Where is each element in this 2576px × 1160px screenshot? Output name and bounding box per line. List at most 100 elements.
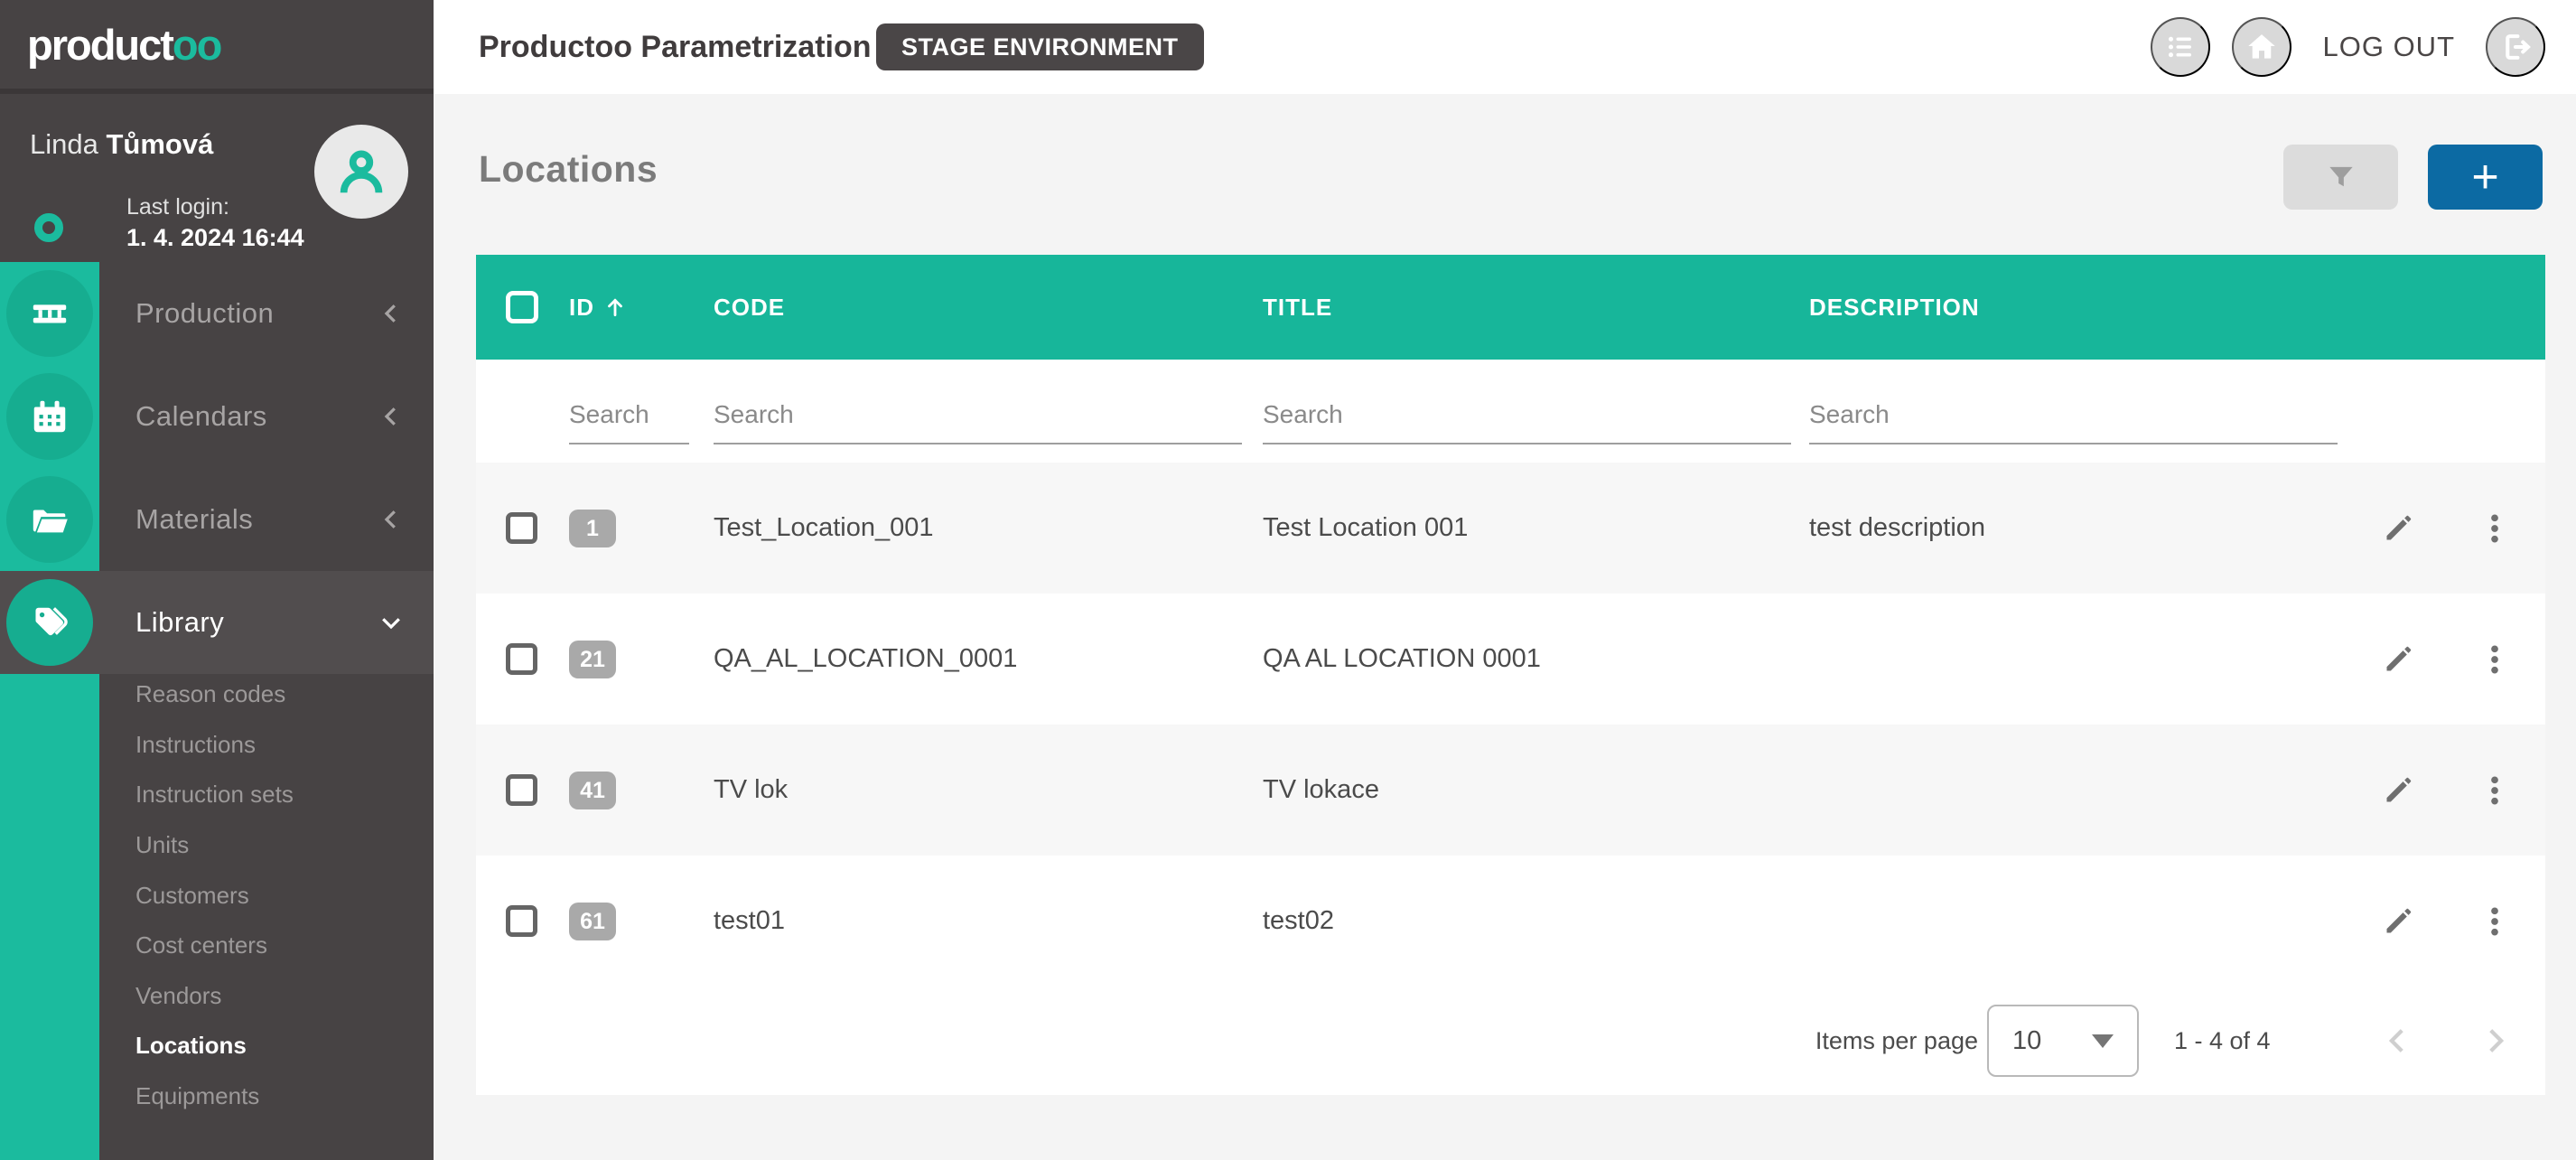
search-description-input[interactable] (1809, 387, 2338, 444)
sidebar-item-calendars[interactable]: Calendars (0, 365, 434, 468)
id-badge: 21 (569, 641, 616, 678)
logo[interactable]: productoo (0, 0, 434, 94)
table-row[interactable]: 1 Test_Location_001 Test Location 001 te… (476, 463, 2545, 594)
cell-title: test02 (1263, 906, 1809, 936)
search-id-input[interactable] (569, 387, 689, 444)
user-name: Linda Tůmová (30, 128, 213, 161)
sidebar: productoo Linda Tůmová Last login: 1. 4.… (0, 0, 434, 1160)
sidebar-item-production[interactable]: Production (0, 262, 434, 365)
kebab-icon (2477, 772, 2513, 809)
cell-title: Test Location 001 (1263, 513, 1809, 543)
pencil-icon (2380, 772, 2416, 809)
sidebar-item-units[interactable]: Units (0, 820, 434, 871)
sidebar-item-locations[interactable]: Locations (0, 1021, 434, 1071)
sidebar-item-library[interactable]: Library (0, 571, 434, 674)
logout-icon (2498, 30, 2533, 64)
id-badge: 41 (569, 772, 616, 809)
table-search-row (476, 360, 2545, 463)
caret-down-icon (2092, 1034, 2114, 1048)
topbar: Productoo Parametrization STAGE ENVIRONM… (434, 0, 2576, 94)
cell-code: TV lok (714, 775, 1263, 805)
logout-label[interactable]: LOG OUT (2322, 31, 2455, 63)
list-menu-button[interactable] (2151, 17, 2210, 77)
avatar[interactable] (314, 125, 408, 219)
conveyor-icon[interactable] (6, 270, 93, 357)
column-header-id[interactable]: ID (569, 294, 714, 322)
sidebar-item-instructions[interactable]: Instructions (0, 720, 434, 771)
sidebar-item-customers[interactable]: Customers (0, 870, 434, 921)
column-header-code[interactable]: CODE (714, 294, 1263, 322)
sidebar-item-cost-centers[interactable]: Cost centers (0, 921, 434, 971)
row-checkbox[interactable] (506, 774, 537, 806)
kebab-icon (2477, 641, 2513, 678)
sidebar-item-label: Production (135, 262, 274, 365)
kebab-menu-button[interactable] (2473, 769, 2516, 812)
app-title: Productoo Parametrization (479, 0, 872, 94)
table-row[interactable]: 41 TV lok TV lokace (476, 725, 2545, 856)
add-location-button[interactable]: + (2428, 145, 2543, 210)
sidebar-item-equipments[interactable]: Equipments (0, 1071, 434, 1122)
logo-text: productoo (27, 20, 220, 70)
id-badge: 61 (569, 903, 616, 940)
sort-asc-icon (603, 295, 627, 319)
plus-icon: + (2471, 154, 2498, 201)
kebab-menu-button[interactable] (2473, 507, 2516, 550)
sidebar-item-materials[interactable]: Materials (0, 468, 434, 571)
next-page-button[interactable] (2473, 1019, 2516, 1062)
page-title: Locations (479, 148, 658, 191)
id-badge: 1 (569, 510, 616, 547)
sidebar-item-label: Library (135, 571, 224, 674)
edit-button[interactable] (2376, 638, 2420, 681)
items-per-page-select[interactable]: 10 (1987, 1005, 2139, 1077)
last-login-value: 1. 4. 2024 16:44 (126, 224, 304, 252)
library-submenu: Reason codes Instructions Instruction se… (0, 669, 434, 1121)
cell-title: QA AL LOCATION 0001 (1263, 644, 1809, 674)
column-header-title[interactable]: TITLE (1263, 294, 1809, 322)
topbar-actions: LOG OUT (2151, 0, 2545, 94)
edit-button[interactable] (2376, 769, 2420, 812)
chevron-down-icon (378, 571, 405, 674)
cell-code: test01 (714, 906, 1263, 936)
logout-button[interactable] (2486, 17, 2545, 77)
cell-description: test description (1809, 513, 2355, 543)
tags-icon[interactable] (6, 579, 93, 666)
home-button[interactable] (2232, 17, 2291, 77)
sidebar-item-reason-codes[interactable]: Reason codes (0, 669, 434, 720)
table-row[interactable]: 61 test01 test02 (476, 856, 2545, 987)
chevron-left-icon (378, 365, 405, 468)
kebab-menu-button[interactable] (2473, 638, 2516, 681)
last-login-label: Last login: (126, 194, 229, 220)
filter-button[interactable] (2283, 145, 2398, 210)
edit-button[interactable] (2376, 900, 2420, 943)
row-checkbox[interactable] (506, 512, 537, 544)
edit-button[interactable] (2376, 507, 2420, 550)
calendar-icon[interactable] (6, 373, 93, 460)
select-all-checkbox[interactable] (506, 291, 538, 323)
kebab-menu-button[interactable] (2473, 900, 2516, 943)
row-checkbox[interactable] (506, 643, 537, 675)
pagination-range: 1 - 4 of 4 (2174, 987, 2346, 1095)
items-per-page-value: 10 (2012, 1026, 2041, 1056)
environment-badge: STAGE ENVIRONMENT (876, 23, 1204, 70)
sidebar-item-instruction-sets[interactable]: Instruction sets (0, 770, 434, 820)
kebab-icon (2477, 510, 2513, 547)
row-checkbox[interactable] (506, 905, 537, 937)
home-icon (2245, 30, 2279, 64)
app-root: productoo Linda Tůmová Last login: 1. 4.… (0, 0, 2576, 1160)
search-title-input[interactable] (1263, 387, 1791, 444)
search-code-input[interactable] (714, 387, 1242, 444)
table-header-row: ID CODE TITLE DESCRIPTION (476, 255, 2545, 360)
cell-code: Test_Location_001 (714, 513, 1263, 543)
column-header-description[interactable]: DESCRIPTION (1809, 294, 2355, 322)
sidebar-item-vendors[interactable]: Vendors (0, 971, 434, 1022)
pencil-icon (2380, 903, 2416, 940)
previous-page-button[interactable] (2376, 1019, 2420, 1062)
chevron-left-icon (378, 262, 405, 365)
online-status-icon (34, 213, 63, 242)
items-per-page-label: Items per page (1815, 987, 1978, 1095)
content: Locations + ID CODE TITLE DESCRIPTION (434, 94, 2576, 1160)
table-row[interactable]: 21 QA_AL_LOCATION_0001 QA AL LOCATION 00… (476, 594, 2545, 725)
cell-code: QA_AL_LOCATION_0001 (714, 644, 1263, 674)
folder-open-icon[interactable] (6, 476, 93, 563)
sidebar-item-label: Materials (135, 468, 253, 571)
